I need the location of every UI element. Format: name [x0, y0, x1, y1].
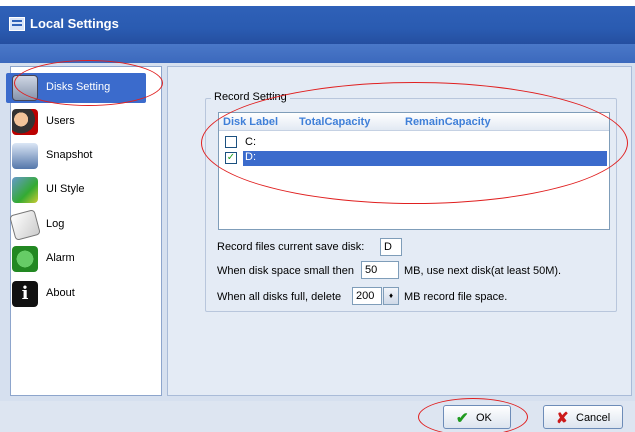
title-subbar [0, 44, 635, 63]
disk-row-c[interactable]: C: [221, 134, 607, 150]
title-bar[interactable]: Local Settings [0, 6, 635, 44]
current-disk-label: Record files current save disk: [217, 241, 365, 253]
full-disk-suffix: MB record file space. [404, 291, 508, 303]
sidebar-item-users[interactable]: Users [6, 107, 146, 137]
camera-icon [12, 143, 38, 169]
window-title: Local Settings [30, 16, 119, 31]
delete-size-input[interactable]: 200 [352, 287, 382, 305]
disk-row-d[interactable]: ✓ D: [221, 150, 607, 166]
disk-checkbox[interactable]: ✓ [225, 152, 237, 164]
small-space-label: When disk space small then [217, 265, 354, 277]
alarm-icon [12, 246, 38, 272]
close-icon: ✘ [556, 410, 569, 427]
small-space-input[interactable]: 50 [361, 261, 399, 279]
disk-label-cell: C: [245, 136, 256, 148]
checkmark-icon: ✔ [456, 410, 469, 427]
sidebar-item-label: Log [46, 218, 65, 230]
disk-list-header: Disk Label TotalCapacity RemainCapacity [219, 113, 609, 131]
current-disk-field: D [380, 238, 402, 256]
small-space-suffix: MB, use next disk(at least 50M). [404, 265, 562, 277]
sidebar-item-ui-style[interactable]: UI Style [6, 175, 146, 205]
ok-label: OK [476, 412, 492, 424]
users-icon [12, 109, 38, 135]
sidebar-item-log[interactable]: Log [6, 209, 146, 241]
disk-checkbox[interactable] [225, 136, 237, 148]
sidebar-item-label: Snapshot [46, 149, 93, 161]
cancel-label: Cancel [576, 412, 611, 424]
sidebar-item-label: Alarm [46, 252, 75, 264]
record-setting-label: Record Setting [211, 91, 290, 103]
sidebar-item-label: UI Style [46, 183, 85, 195]
sidebar-item-disks-setting[interactable]: Disks Setting [6, 73, 146, 103]
sidebar-item-label: Disks Setting [46, 81, 111, 93]
sidebar-item-label: About [46, 287, 75, 299]
local-settings-window: Local Settings Disks Setting Users Snaps… [0, 0, 635, 432]
cancel-button[interactable]: ✘ Cancel [543, 405, 623, 429]
button-bar [0, 401, 635, 432]
column-disk-label[interactable]: Disk Label [223, 116, 278, 128]
sidebar-item-snapshot[interactable]: Snapshot [6, 141, 146, 171]
full-disk-label: When all disks full, delete [217, 291, 342, 303]
sidebar-item-about[interactable]: i About [6, 279, 146, 309]
ok-button[interactable]: ✔ OK [443, 405, 511, 429]
log-icon [9, 209, 41, 241]
info-icon: i [12, 281, 38, 307]
disk-list[interactable]: Disk Label TotalCapacity RemainCapacity … [218, 112, 610, 230]
monitor-icon [12, 177, 38, 203]
sidebar-item-alarm[interactable]: Alarm [6, 244, 146, 274]
sidebar-item-label: Users [46, 115, 75, 127]
disk-icon [12, 75, 38, 101]
disk-label-cell: D: [243, 151, 607, 166]
window-icon [9, 17, 25, 31]
delete-size-spinner[interactable]: ♦ [383, 287, 399, 305]
column-remain-capacity[interactable]: RemainCapacity [405, 116, 491, 128]
column-total-capacity[interactable]: TotalCapacity [299, 116, 370, 128]
